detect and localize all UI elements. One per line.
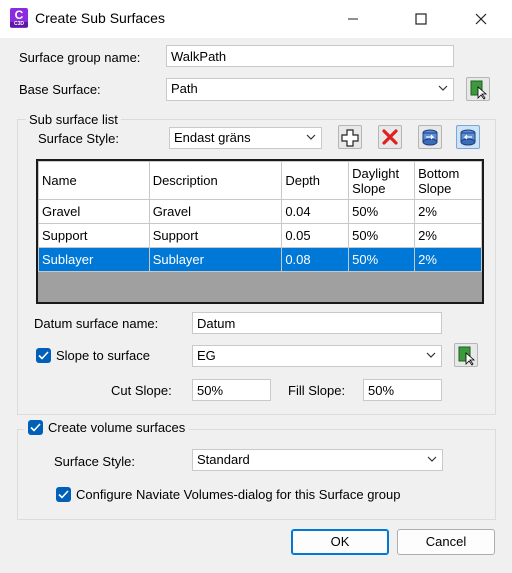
slope-surface-select[interactable]: EG bbox=[192, 345, 442, 367]
cell-daylight-slope[interactable]: 50% bbox=[348, 199, 416, 224]
volume-surface-style-select[interactable]: Standard bbox=[192, 449, 443, 471]
base-surface-select[interactable]: Path bbox=[166, 78, 454, 101]
cell-daylight-slope[interactable]: 50% bbox=[348, 223, 416, 248]
delete-icon bbox=[382, 129, 398, 145]
cell-description[interactable]: Gravel bbox=[148, 199, 283, 224]
chevron-down-icon bbox=[438, 85, 448, 91]
volume-surface-style-value: Standard bbox=[197, 452, 250, 467]
surface-group-input[interactable] bbox=[166, 45, 454, 67]
cell-depth[interactable]: 0.05 bbox=[281, 223, 350, 248]
column-header[interactable]: Depth bbox=[281, 161, 350, 200]
column-header[interactable]: Daylight Slope bbox=[348, 161, 416, 200]
create-volume-surfaces-checkbox[interactable] bbox=[28, 420, 43, 435]
add-sub-surface-button[interactable] bbox=[338, 125, 362, 149]
table-row[interactable]: Gravel Gravel 0.04 50% 2% bbox=[38, 199, 482, 224]
cell-bottom-slope[interactable]: 2% bbox=[414, 199, 482, 224]
close-button[interactable] bbox=[458, 0, 504, 38]
volume-surface-style-label: Surface Style: bbox=[54, 454, 135, 469]
configure-volumes-checkbox[interactable] bbox=[56, 487, 71, 502]
volume-surfaces-group bbox=[17, 429, 496, 520]
slope-to-surface-checkbox[interactable] bbox=[36, 348, 51, 363]
slope-to-surface-label: Slope to surface bbox=[56, 348, 150, 363]
window-title: Create Sub Surfaces bbox=[35, 10, 165, 26]
pick-surface-icon bbox=[470, 80, 488, 100]
import-sub-surface-button[interactable] bbox=[418, 125, 442, 149]
cell-bottom-slope[interactable]: 2% bbox=[414, 247, 482, 272]
table-header-row: Name Description Depth Daylight Slope Bo… bbox=[38, 161, 482, 200]
fill-slope-label: Fill Slope: bbox=[288, 383, 346, 398]
base-surface-value: Path bbox=[171, 81, 198, 96]
minimize-icon bbox=[348, 18, 358, 20]
surface-group-label: Surface group name: bbox=[19, 50, 141, 65]
plus-icon bbox=[341, 129, 359, 147]
cell-depth[interactable]: 0.08 bbox=[281, 247, 350, 272]
maximize-button[interactable] bbox=[398, 0, 444, 38]
chevron-down-icon bbox=[306, 134, 316, 140]
slope-surface-value: EG bbox=[197, 348, 216, 363]
minimize-button[interactable] bbox=[330, 0, 376, 38]
column-header[interactable]: Description bbox=[148, 161, 283, 200]
close-icon bbox=[475, 13, 487, 25]
table-row[interactable]: Support Support 0.05 50% 2% bbox=[38, 223, 482, 248]
base-surface-label: Base Surface: bbox=[19, 82, 101, 97]
column-header[interactable]: Name bbox=[38, 161, 150, 200]
column-header[interactable]: Bottom Slope bbox=[414, 161, 482, 200]
cut-slope-input[interactable] bbox=[192, 379, 271, 401]
cancel-button[interactable]: Cancel bbox=[397, 529, 495, 555]
cell-depth[interactable]: 0.04 bbox=[281, 199, 350, 224]
sub-surface-list-label: Sub surface list bbox=[26, 112, 121, 127]
surface-style-label: Surface Style: bbox=[38, 131, 119, 146]
surface-import-icon bbox=[422, 129, 438, 146]
ok-button[interactable]: OK bbox=[291, 529, 389, 555]
pick-slope-surface-button[interactable] bbox=[454, 343, 478, 367]
checkmark-icon bbox=[38, 351, 49, 360]
cell-name[interactable]: Sublayer bbox=[38, 247, 150, 272]
delete-sub-surface-button[interactable] bbox=[378, 125, 402, 149]
surface-style-select[interactable]: Endast gräns bbox=[169, 127, 322, 149]
cell-name[interactable]: Support bbox=[38, 223, 150, 248]
surface-export-icon bbox=[460, 129, 476, 146]
chevron-down-icon bbox=[427, 456, 437, 462]
maximize-icon bbox=[415, 13, 427, 25]
datum-surface-input[interactable] bbox=[192, 312, 442, 334]
chevron-down-icon bbox=[426, 352, 436, 358]
checkmark-icon bbox=[58, 490, 69, 499]
export-sub-surface-button[interactable] bbox=[456, 125, 480, 149]
cell-description[interactable]: Support bbox=[148, 223, 283, 248]
cut-slope-label: Cut Slope: bbox=[111, 383, 172, 398]
pick-surface-icon bbox=[458, 346, 476, 366]
surface-style-value: Endast gräns bbox=[174, 130, 251, 145]
cell-description[interactable]: Sublayer bbox=[148, 247, 283, 272]
pick-base-surface-button[interactable] bbox=[466, 77, 490, 101]
table-row-selected[interactable]: Sublayer Sublayer 0.08 50% 2% bbox=[38, 247, 482, 272]
configure-volumes-label: Configure Naviate Volumes-dialog for thi… bbox=[76, 487, 401, 502]
datum-surface-label: Datum surface name: bbox=[34, 316, 159, 331]
sub-surface-table: Name Description Depth Daylight Slope Bo… bbox=[36, 159, 484, 304]
create-volume-surfaces-label: Create volume surfaces bbox=[48, 420, 186, 435]
civil3d-app-icon: C C3D bbox=[10, 8, 28, 28]
cell-daylight-slope[interactable]: 50% bbox=[348, 247, 416, 272]
cell-name[interactable]: Gravel bbox=[38, 199, 150, 224]
cell-bottom-slope[interactable]: 2% bbox=[414, 223, 482, 248]
fill-slope-input[interactable] bbox=[363, 379, 442, 401]
checkmark-icon bbox=[30, 423, 41, 432]
